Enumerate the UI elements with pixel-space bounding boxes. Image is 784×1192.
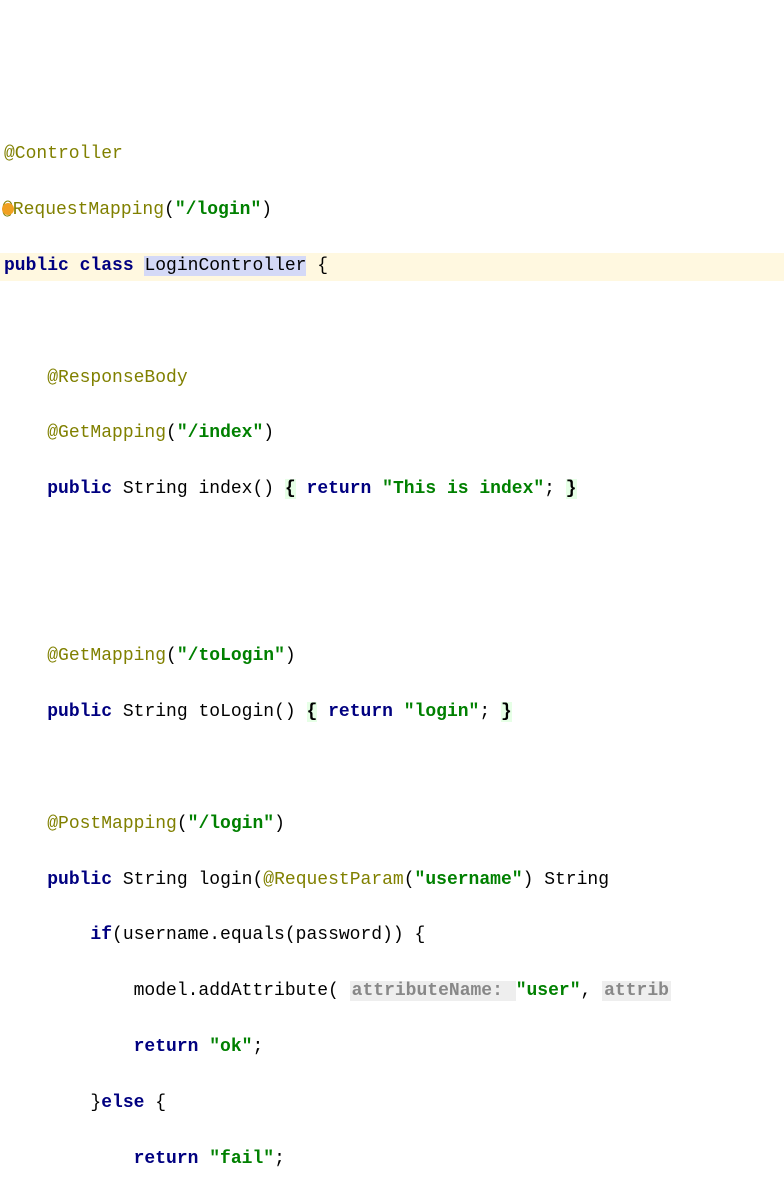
code-line: model.addAttribute( attributeName: "user… — [0, 978, 784, 1006]
code-line — [0, 532, 784, 560]
code-line-active: public class LoginController { — [0, 253, 784, 281]
code-line: @PostMapping("/login") — [0, 811, 784, 839]
code-line — [0, 755, 784, 783]
selected-classname: LoginController — [144, 256, 306, 276]
code-line: @RequestMapping("/login") — [0, 197, 784, 225]
annotation-getmapping: @GetMapping — [47, 423, 166, 443]
code-line — [0, 309, 784, 337]
code-line: @GetMapping("/toLogin") — [0, 643, 784, 671]
code-line: @Controller — [0, 141, 784, 169]
annotation-requestmapping: @RequestMapping — [2, 200, 164, 220]
code-line: if(username.equals(password)) { — [0, 922, 784, 950]
code-editor[interactable]: @Controller @RequestMapping("/login") pu… — [0, 112, 784, 1192]
code-line: }else { — [0, 1090, 784, 1118]
code-line: public String login(@RequestParam("usern… — [0, 867, 784, 895]
code-line: return "fail"; — [0, 1146, 784, 1174]
parameter-hint: attrib — [602, 981, 671, 1001]
code-line: @GetMapping("/index") — [0, 420, 784, 448]
annotation-getmapping: @GetMapping — [47, 646, 166, 666]
code-line — [0, 588, 784, 616]
code-line: public String index() { return "This is … — [0, 476, 784, 504]
annotation-controller: @Controller — [4, 144, 123, 164]
code-line: @ResponseBody — [0, 365, 784, 393]
annotation-responsebody: @ResponseBody — [47, 368, 187, 388]
annotation-postmapping: @PostMapping — [47, 814, 177, 834]
code-line: public String toLogin() { return "login"… — [0, 699, 784, 727]
code-line: return "ok"; — [0, 1034, 784, 1062]
parameter-hint: attributeName: — [350, 981, 516, 1001]
